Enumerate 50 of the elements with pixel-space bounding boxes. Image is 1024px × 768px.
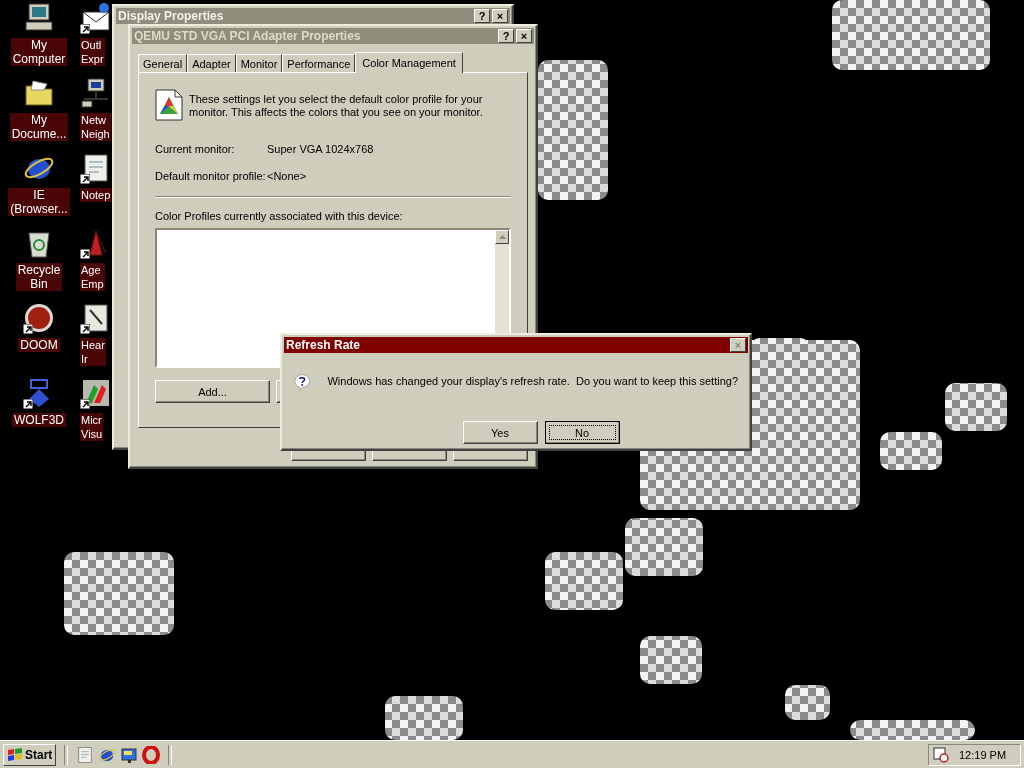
field-label: Default monitor profile: xyxy=(155,170,267,182)
tab[interactable]: Adapter xyxy=(187,54,236,72)
tab[interactable]: General xyxy=(138,54,188,72)
icon-label[interactable]: Netw Neigh xyxy=(80,113,111,141)
field-value: Super VGA 1024x768 xyxy=(267,143,375,155)
icon-label[interactable]: WOLF3D xyxy=(12,413,66,427)
window-title: Display Properties xyxy=(118,9,225,23)
icon-label[interactable]: Micr Visu xyxy=(80,413,104,441)
window-title: QEMU STD VGA PCI Adapter Properties xyxy=(134,29,362,43)
disc-icon[interactable] xyxy=(23,302,55,334)
dialog-button[interactable]: No xyxy=(544,421,620,444)
tab[interactable]: Color Management xyxy=(355,52,463,73)
colorful-app-icon[interactable] xyxy=(80,377,112,409)
list-label: Color Profiles currently associated with this device: xyxy=(155,210,404,222)
help-button[interactable]: ? xyxy=(498,29,514,43)
start-button[interactable]: Start xyxy=(3,743,57,766)
icon-label[interactable]: IE (Browser... xyxy=(8,188,70,216)
envelope-icon[interactable] xyxy=(80,2,112,34)
dialog-button[interactable]: Yes xyxy=(462,421,538,444)
icon-label[interactable]: My Docume... xyxy=(9,113,69,141)
field-value: <None> xyxy=(267,170,308,182)
close-button[interactable]: × xyxy=(516,29,532,43)
desktop-icon[interactable] xyxy=(120,745,139,764)
tab[interactable]: Performance xyxy=(282,54,356,72)
title-bar[interactable]: Display Properties ? × xyxy=(116,8,510,24)
dialog-title: Refresh Rate xyxy=(286,338,362,352)
icon-label[interactable]: Notep xyxy=(80,188,112,202)
up-arrow-icon xyxy=(498,235,506,239)
close-button[interactable]: × xyxy=(492,9,508,23)
dialog-message: Windows has changed your display's refresh rate. Do you want to keep this setting? xyxy=(327,375,738,389)
color-profile-icon xyxy=(155,89,183,121)
field-label: Current monitor: xyxy=(155,143,236,155)
title-bar[interactable]: QEMU STD VGA PCI Adapter Properties ? × xyxy=(132,28,534,44)
folder-icon[interactable] xyxy=(23,77,55,109)
add-button[interactable]: Add... xyxy=(155,380,270,403)
calendar-clock-icon[interactable] xyxy=(933,746,949,763)
computer-icon[interactable] xyxy=(23,2,55,34)
icon-label[interactable]: DOOM xyxy=(18,338,60,352)
scroll-up-button[interactable] xyxy=(495,230,509,244)
icon-label[interactable]: Outl Expr xyxy=(80,38,105,66)
description-text: These settings let you select the default color profile for your monitor. This affects the colors that you see on your monitor. xyxy=(189,93,484,119)
icon-label[interactable]: My Computer xyxy=(10,38,68,66)
icon-label[interactable]: Age Emp xyxy=(80,263,105,291)
clock-time[interactable]: 12:19 PM xyxy=(959,748,1007,761)
windows-flag-icon xyxy=(7,747,23,762)
ring-icon[interactable] xyxy=(142,745,161,764)
tab[interactable]: Monitor xyxy=(235,54,283,72)
help-button[interactable]: ? xyxy=(474,9,490,23)
icon-label[interactable]: Recycle Bin xyxy=(15,263,63,291)
icon-label[interactable]: Hear Ir xyxy=(80,338,106,366)
